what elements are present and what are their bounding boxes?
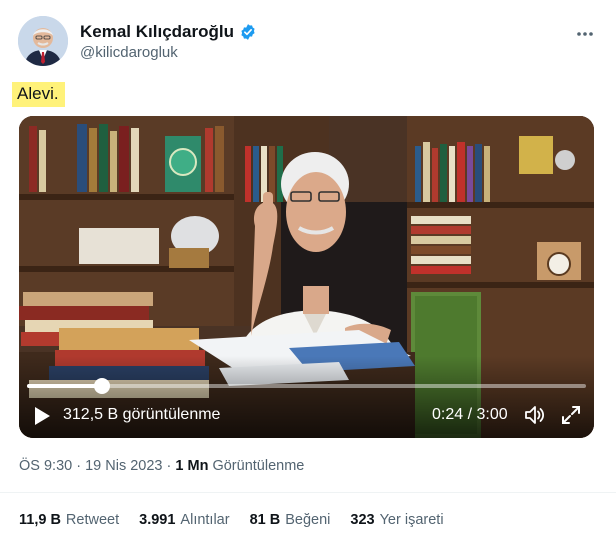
tweet-text: Alevi.	[12, 82, 65, 107]
play-icon[interactable]	[33, 406, 51, 426]
likes-label: Beğeni	[285, 512, 331, 528]
bookmarks-count: 323	[350, 512, 375, 528]
meta-separator: ·	[166, 458, 172, 474]
divider	[0, 492, 616, 493]
tweet-stats: 11,9 B Retweet 3.991 Alıntılar 81 B Beğe…	[19, 512, 444, 528]
tweet-date[interactable]: 19 Nis 2023	[85, 458, 162, 474]
tweet-meta: ÖS 9:30 · 19 Nis 2023 · 1 Mn Görüntülenm…	[19, 458, 304, 474]
tweet-views-count: 1 Mn	[175, 458, 209, 474]
video-time: 0:24 / 3:00	[432, 406, 508, 423]
bookmarks-stat[interactable]: 323 Yer işareti	[350, 512, 443, 528]
avatar[interactable]	[18, 16, 68, 66]
quotes-label: Alıntılar	[180, 512, 230, 528]
quotes-count: 3.991	[139, 512, 176, 528]
author-name-row: Kemal Kılıçdaroğlu	[80, 22, 257, 42]
author-display-name[interactable]: Kemal Kılıçdaroğlu	[80, 22, 234, 42]
quotes-stat[interactable]: 3.991 Alıntılar	[139, 512, 229, 528]
likes-stat[interactable]: 81 B Beğeni	[250, 512, 331, 528]
video-progress-fill	[27, 384, 102, 388]
retweets-count: 11,9 B	[19, 512, 61, 528]
tweet-views-label: Görüntülenme	[212, 458, 305, 474]
retweets-label: Retweet	[65, 512, 120, 528]
more-icon[interactable]	[576, 20, 594, 43]
author-handle[interactable]: @kilicdarogluk	[80, 44, 178, 61]
tweet-time[interactable]: ÖS 9:30	[19, 458, 72, 474]
volume-icon[interactable]	[524, 404, 546, 426]
video-progress-handle[interactable]	[93, 378, 110, 394]
verified-badge-icon[interactable]	[239, 23, 257, 41]
tweet: Kemal Kılıçdaroğlu @kilicdarogluk Alevi.	[0, 0, 616, 546]
retweets-stat[interactable]: 11,9 B Retweet	[19, 512, 119, 528]
likes-count: 81 B	[249, 512, 281, 528]
video-progress-bar[interactable]	[27, 378, 586, 394]
bookmarks-label: Yer işareti	[379, 512, 444, 528]
video-views-count: 312,5 B görüntülenme	[63, 406, 221, 423]
meta-separator: ·	[76, 458, 82, 474]
fullscreen-icon[interactable]	[561, 405, 581, 425]
